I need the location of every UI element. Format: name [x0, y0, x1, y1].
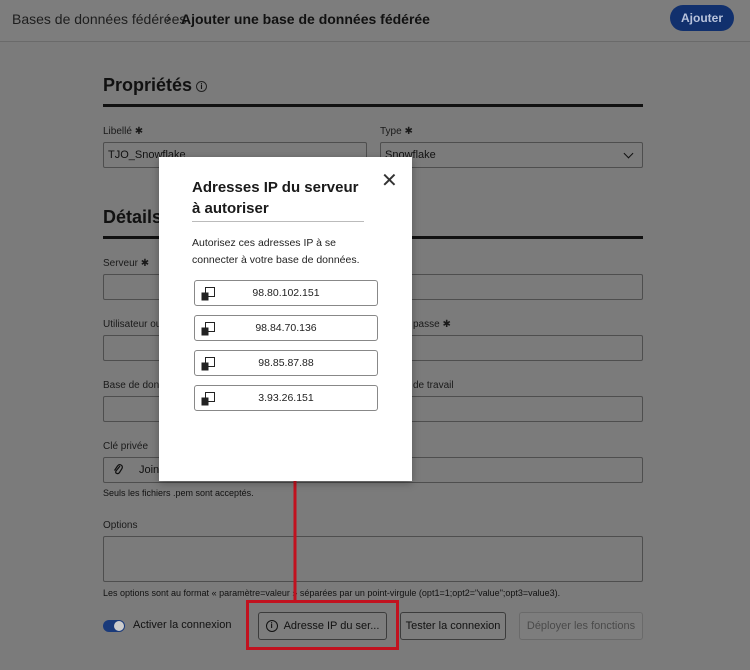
server-ip-dialog: Adresses IP du serveur à autoriser ✕ Aut…: [159, 157, 412, 481]
password-input[interactable]: [380, 335, 643, 361]
options-label: Options: [103, 520, 138, 531]
ip-address: 98.80.102.151: [252, 287, 320, 299]
type-field-label: Type ✱: [380, 126, 413, 137]
ip-address-row[interactable]: 98.80.102.151: [194, 280, 378, 306]
dialog-title: Adresses IP du serveur à autoriser: [192, 179, 359, 217]
user-label: Utilisateur ou: [103, 319, 162, 330]
info-icon[interactable]: i: [196, 80, 208, 92]
private-key-help: Seuls les fichiers .pem sont acceptés.: [103, 488, 254, 498]
dialog-description: Autorisez ces adresses IP à se connecter…: [192, 237, 360, 266]
properties-section-title: Propriétés i: [103, 75, 208, 96]
ip-address: 98.84.70.136: [255, 322, 317, 334]
test-connection-button[interactable]: Tester la connexion: [400, 612, 506, 640]
page-title: Ajouter une base de données fédérée: [181, 11, 430, 27]
ip-address: 3.93.26.151: [258, 392, 314, 404]
ip-address-row[interactable]: 3.93.26.151: [194, 385, 378, 411]
private-key-label: Clé privée: [103, 441, 149, 452]
breadcrumb-separator: ›: [166, 10, 171, 26]
deploy-functions-button[interactable]: Déployer les fonctions: [519, 612, 643, 640]
server-label: Serveur ✱: [103, 258, 150, 269]
ip-address-row[interactable]: 98.85.87.88: [194, 350, 378, 376]
copy-icon[interactable]: [201, 392, 215, 406]
close-icon[interactable]: ✕: [381, 171, 398, 191]
options-textarea[interactable]: [103, 536, 643, 582]
workspace-label: de travail: [413, 380, 454, 391]
options-help: Les options sont au format « paramètre=v…: [103, 588, 561, 598]
dialog-divider: [192, 221, 364, 222]
properties-divider: [103, 104, 643, 107]
breadcrumb-parent[interactable]: Bases de données fédérées: [12, 11, 186, 27]
annotation-highlight-box: [246, 600, 399, 650]
copy-icon[interactable]: [201, 357, 215, 371]
properties-title-text: Propriétés: [103, 75, 193, 95]
database-label: Base de donn: [103, 380, 165, 391]
password-label: passe ✱: [413, 319, 451, 330]
chevron-down-icon: [623, 148, 634, 159]
top-bar: Bases de données fédérées › Ajouter une …: [0, 0, 750, 42]
enable-connection-label: Activer la connexion: [133, 619, 232, 631]
copy-icon[interactable]: [201, 322, 215, 336]
copy-icon[interactable]: [201, 287, 215, 301]
workspace-input[interactable]: [380, 396, 643, 422]
paperclip-icon: [114, 464, 123, 475]
label-field-label: Libellé ✱: [103, 126, 144, 137]
enable-connection-toggle[interactable]: [103, 620, 125, 632]
ip-address: 98.85.87.88: [258, 357, 314, 369]
type-select[interactable]: Snowflake: [380, 142, 643, 168]
ip-address-row[interactable]: 98.84.70.136: [194, 315, 378, 341]
add-button[interactable]: Ajouter: [670, 5, 734, 31]
